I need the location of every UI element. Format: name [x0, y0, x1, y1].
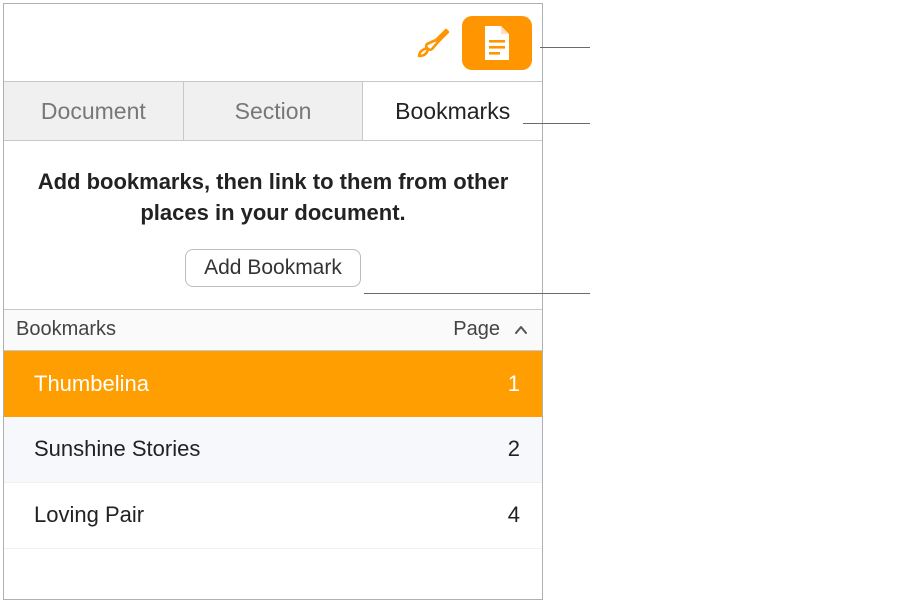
- bookmarks-list-header[interactable]: Bookmarks Page: [4, 309, 542, 351]
- callout-leader: [523, 123, 590, 124]
- bookmark-name: Thumbelina: [34, 371, 508, 397]
- callout-leader: [364, 293, 590, 294]
- paintbrush-icon[interactable]: [414, 24, 452, 62]
- bookmark-row[interactable]: Sunshine Stories 2: [4, 417, 542, 483]
- column-header-page[interactable]: Page: [453, 318, 508, 341]
- tab-bookmarks[interactable]: Bookmarks: [363, 82, 542, 140]
- bookmark-name: Sunshine Stories: [34, 436, 508, 462]
- tab-document[interactable]: Document: [4, 82, 184, 140]
- column-header-name[interactable]: Bookmarks: [16, 318, 453, 341]
- bookmark-page: 1: [508, 371, 520, 397]
- add-bookmark-row: Add Bookmark: [4, 249, 542, 309]
- bookmark-row[interactable]: Thumbelina 1: [4, 351, 542, 417]
- document-sidebar-panel: Document Section Bookmarks Add bookmarks…: [3, 3, 543, 600]
- bookmark-page: 4: [508, 502, 520, 528]
- instructions-text: Add bookmarks, then link to them from ot…: [4, 141, 542, 249]
- tab-label: Document: [41, 98, 146, 125]
- bookmark-name: Loving Pair: [34, 502, 508, 528]
- bookmark-page: 2: [508, 436, 520, 462]
- sort-ascending-icon[interactable]: [514, 318, 528, 341]
- document-options-button[interactable]: [462, 16, 532, 70]
- add-bookmark-button[interactable]: Add Bookmark: [185, 249, 361, 287]
- bookmark-row[interactable]: Loving Pair 4: [4, 483, 542, 549]
- callout-leader: [540, 47, 590, 48]
- tab-section[interactable]: Section: [184, 82, 364, 140]
- bookmarks-list: Thumbelina 1 Sunshine Stories 2 Loving P…: [4, 351, 542, 549]
- tab-label: Section: [235, 98, 312, 125]
- toolbar: [4, 4, 542, 81]
- tab-label: Bookmarks: [395, 98, 510, 125]
- tab-bar: Document Section Bookmarks: [4, 81, 542, 141]
